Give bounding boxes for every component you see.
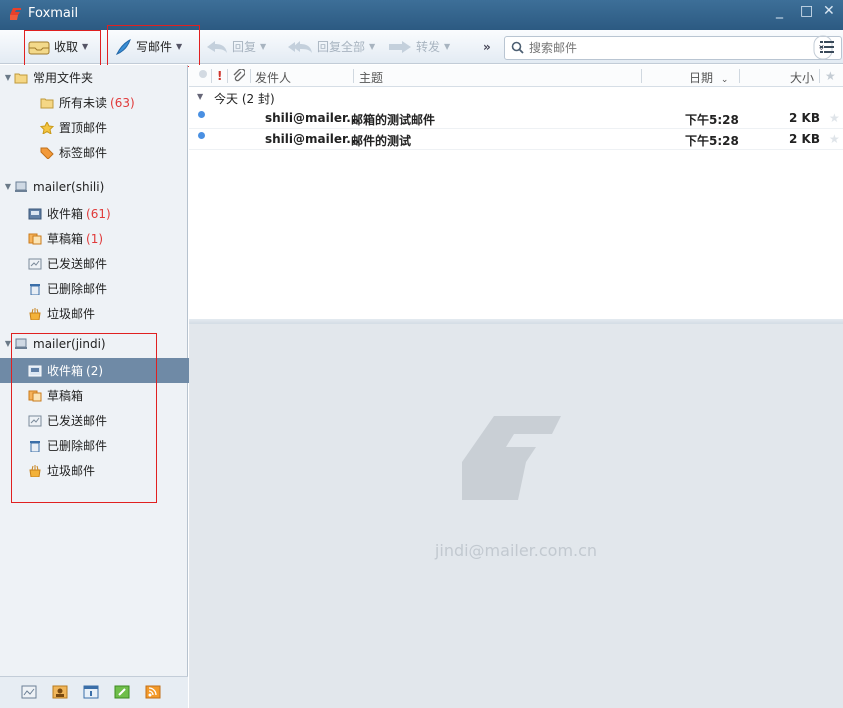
app-title: Foxmail [28, 6, 79, 21]
from-column-header[interactable]: 发件人 [255, 69, 291, 86]
chevron-down-icon[interactable]: ▼ [369, 37, 375, 57]
chevron-down-icon[interactable]: ▼ [444, 37, 450, 57]
sidebar-bottom-bar [0, 676, 188, 708]
maximize-button[interactable]: □ [800, 3, 813, 19]
chevron-down-icon[interactable]: ▼ [176, 37, 182, 57]
close-button[interactable]: ✕ [823, 3, 835, 19]
mail-size: 2 KB [789, 111, 820, 125]
sent-icon [28, 258, 42, 269]
mail-list-header: ! 发件人 主题 日期 ⌄ 大小 ★ [189, 65, 843, 87]
sort-chevron-icon: ⌄ [720, 75, 729, 85]
preview-pane: jindi@mailer.com.cn [189, 324, 843, 708]
calendar-icon[interactable] [83, 685, 99, 699]
folder-group-common[interactable]: ▼ 常用文件夹 [0, 65, 188, 90]
mail-date: 下午5:28 [685, 134, 739, 148]
account-shili[interactable]: ▼ mailer(shili) [0, 174, 188, 199]
spam-icon [29, 307, 41, 320]
expand-triangle-icon[interactable]: ▼ [2, 182, 14, 191]
forward-arrow-icon [389, 41, 411, 53]
group-label: 今天 (2 封) [214, 92, 275, 106]
foxmail-logo-icon [10, 8, 21, 20]
folder-deleted-shili[interactable]: 已删除邮件 [0, 276, 216, 301]
folder-spam-shili[interactable]: 垃圾邮件 [0, 301, 216, 326]
inbox-icon [28, 208, 42, 219]
mail-date: 下午5:28 [685, 113, 739, 127]
forward-button[interactable]: 转发 ▼ [388, 37, 450, 57]
star-icon[interactable]: ★ [829, 111, 840, 125]
folder-sidebar: ▼ 常用文件夹 所有未读 (63) 置顶邮件 标签邮件 ▼ mailer(shil… [0, 65, 216, 708]
notes-icon[interactable] [114, 685, 130, 699]
chevron-down-icon[interactable]: ▼ [82, 37, 88, 57]
contacts-icon[interactable] [52, 685, 68, 699]
size-column-header[interactable]: 大小 [790, 69, 814, 86]
folder-drafts-shili[interactable]: 草稿箱 (1) [0, 226, 216, 251]
unread-dot-icon [198, 111, 205, 118]
expand-triangle-icon[interactable]: ▼ [2, 73, 14, 82]
star-icon[interactable]: ★ [829, 132, 840, 146]
chevron-down-icon[interactable]: ▼ [260, 37, 266, 57]
compose-button[interactable]: 写邮件 ▼ [114, 37, 182, 57]
folder-icon [40, 98, 54, 108]
reply-button[interactable]: 回复 ▼ [206, 37, 266, 57]
tag-icon [40, 147, 54, 159]
star-icon [40, 121, 54, 134]
search-input[interactable] [527, 38, 771, 58]
mail-view-icon[interactable] [21, 685, 37, 699]
reply-all-arrow-icon [288, 41, 312, 53]
mail-size: 2 KB [789, 132, 820, 146]
toolbar: 收取 ▼ 写邮件 ▼ 回复 ▼ 回复全部 ▼ 转发 ▼ » 搜索邮件 [0, 25, 843, 67]
priority-column-icon[interactable]: ! [217, 69, 222, 83]
account-email-watermark: jindi@mailer.com.cn [434, 541, 598, 560]
rss-icon[interactable] [145, 685, 161, 699]
search-icon [511, 41, 524, 54]
foxmail-watermark-logo [462, 416, 561, 500]
read-status-column-icon[interactable] [199, 70, 207, 78]
collapse-triangle-icon[interactable]: ▼ [197, 92, 203, 101]
more-button[interactable]: » [483, 37, 491, 57]
inbox-tray-icon [28, 41, 50, 55]
mail-from: shili@mailer... [265, 111, 360, 125]
mail-row[interactable]: shili@mailer... 邮件的测试 下午5:28 2 KB ★ [189, 129, 843, 150]
mail-from: shili@mailer... [265, 132, 360, 146]
star-column-icon[interactable]: ★ [825, 69, 836, 83]
highlight-account-jindi [11, 333, 157, 503]
mail-subject: 邮箱的测试邮件 [351, 113, 436, 127]
mail-group-today[interactable]: ▼ 今天 (2 封) [189, 88, 843, 108]
attachment-column-icon[interactable] [233, 69, 245, 82]
feather-pen-icon [115, 39, 131, 55]
trash-icon [30, 283, 40, 295]
date-column-header[interactable]: 日期 ⌄ [689, 69, 728, 86]
subject-column-header[interactable]: 主题 [359, 69, 383, 86]
mail-subject: 邮件的测试 [351, 134, 412, 148]
folder-sent-shili[interactable]: 已发送邮件 [0, 251, 216, 276]
minimize-button[interactable]: _ [776, 3, 783, 19]
reply-arrow-icon [207, 41, 227, 53]
mail-row[interactable]: shili@mailer... 邮箱的测试邮件 下午5:28 2 KB ★ [189, 108, 843, 129]
search-box[interactable]: « [504, 35, 842, 60]
folder-icon [14, 73, 28, 83]
menu-icon[interactable] [820, 41, 834, 53]
unread-dot-icon [198, 132, 205, 139]
drafts-icon [28, 233, 42, 244]
unread-count: (63) [110, 95, 135, 110]
receive-button[interactable]: 收取 ▼ [28, 37, 88, 57]
folder-inbox-shili[interactable]: 收件箱 (61) [0, 201, 216, 226]
reply-all-button[interactable]: 回复全部 ▼ [287, 37, 375, 57]
account-icon [15, 181, 27, 192]
